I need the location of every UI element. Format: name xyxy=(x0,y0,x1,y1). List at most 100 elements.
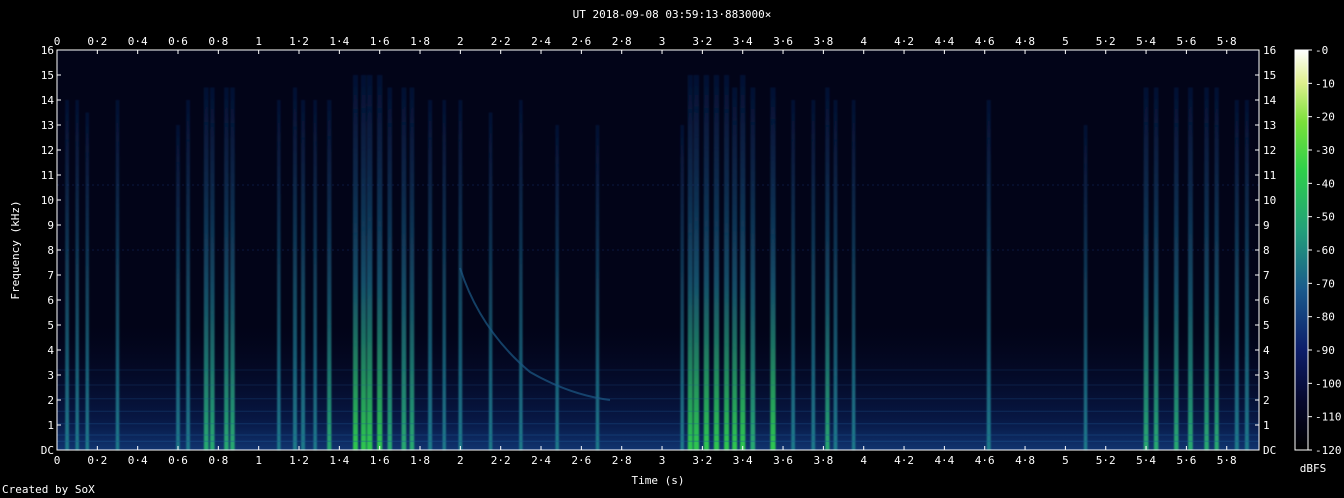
spectral-event xyxy=(387,87,393,450)
y-tick-label: 11 xyxy=(1263,169,1276,182)
x-tick-label: 2·8 xyxy=(612,454,632,467)
spectrogram-chart: UT 2018-09-08 03:59:13·883000× 0 0·2 0·4 0·… xyxy=(9,8,1342,487)
y-tick-label: 7 xyxy=(47,269,54,282)
x-tick-label: 0·8 xyxy=(208,35,228,48)
x-tick-label: 0·2 xyxy=(87,454,107,467)
colorbar-tick-label: -70 xyxy=(1315,277,1335,290)
x-tick-label: 3·8 xyxy=(813,35,833,48)
x-tick-label: 1·8 xyxy=(410,454,430,467)
y-tick-label: 4 xyxy=(1263,344,1270,357)
spectral-event xyxy=(352,75,358,450)
x-tick-label: 2·6 xyxy=(571,454,591,467)
y-tick-label: 1 xyxy=(47,419,54,432)
x-tick-label: 1 xyxy=(255,454,262,467)
colorbar-tick-label: -30 xyxy=(1315,144,1335,157)
x-tick-label: 3·6 xyxy=(773,35,793,48)
spectral-event xyxy=(115,100,120,450)
x-tick-label: 5·4 xyxy=(1136,35,1156,48)
spectral-event xyxy=(811,100,816,450)
y-tick-label: 2 xyxy=(1263,394,1270,407)
y-tick-label: 13 xyxy=(41,119,54,132)
spectral-event xyxy=(1153,87,1159,450)
x-tick-label: 4·2 xyxy=(894,35,914,48)
spectral-event xyxy=(360,75,367,450)
spectral-event xyxy=(750,87,756,450)
spectral-event xyxy=(825,87,830,450)
colorbar-tick-label: -50 xyxy=(1315,211,1335,224)
y-tick-label: DC xyxy=(1263,444,1276,457)
spectral-event xyxy=(687,75,693,450)
y-tick-label: 2 xyxy=(47,394,54,407)
x-tick-label: 3·2 xyxy=(692,35,712,48)
x-tick-label: 2·8 xyxy=(612,35,632,48)
y-tick-label: 15 xyxy=(1263,69,1276,82)
colorbar-tick-label: -0 xyxy=(1315,44,1328,57)
x-tick-label: 4·6 xyxy=(975,35,995,48)
y-tick-label: 5 xyxy=(47,319,54,332)
spectral-event xyxy=(1234,100,1239,450)
x-tick-label: 3·8 xyxy=(813,454,833,467)
y-tick-label: 10 xyxy=(41,194,54,207)
spectral-event xyxy=(186,100,190,450)
spectral-event xyxy=(724,75,730,450)
y-tick-label: 3 xyxy=(47,369,54,382)
spectral-event xyxy=(1083,125,1088,450)
spectral-event xyxy=(740,75,746,450)
x-tick-label: 2·2 xyxy=(491,35,511,48)
colorbar-tick-label: -100 xyxy=(1315,377,1342,390)
spectral-event xyxy=(277,100,281,450)
x-tick-label: 2·4 xyxy=(531,35,551,48)
spectral-event xyxy=(292,87,297,450)
x-tick-label: 3·2 xyxy=(692,454,712,467)
spectral-event xyxy=(488,112,493,450)
x-tick-label: 0 xyxy=(54,35,61,48)
spectral-event xyxy=(366,75,373,450)
spectral-event xyxy=(301,100,306,450)
spectral-event xyxy=(555,125,559,450)
x-tick-label: 4·8 xyxy=(1015,454,1035,467)
spectral-event xyxy=(377,75,383,450)
spectral-event xyxy=(519,100,523,450)
colorbar-tick-label: -40 xyxy=(1315,177,1335,190)
spectral-event xyxy=(210,87,215,450)
x-tick-label: 5 xyxy=(1062,454,1069,467)
y-tick-label: 9 xyxy=(1263,219,1270,232)
x-tick-label: 3·4 xyxy=(733,454,753,467)
spectral-event xyxy=(65,100,69,450)
spectral-event xyxy=(791,100,795,450)
x-tick-label: 4·4 xyxy=(934,35,954,48)
y-tick-label: 14 xyxy=(1263,94,1277,107)
x-tick-label: 5·4 xyxy=(1136,454,1156,467)
spectral-event xyxy=(851,100,856,450)
x-tick-label: 1·2 xyxy=(289,454,309,467)
x-tick-label: 2·6 xyxy=(571,35,591,48)
y-tick-label: 8 xyxy=(1263,244,1270,257)
x-tick-label: 0 xyxy=(54,454,61,467)
y-tick-label: 10 xyxy=(1263,194,1276,207)
y-tick-label: 16 xyxy=(41,44,54,57)
x-tick-label: 0·6 xyxy=(168,454,188,467)
x-tick-label: 1·8 xyxy=(410,35,430,48)
y-tick-label: 6 xyxy=(47,294,54,307)
spectral-event xyxy=(833,100,838,450)
x-tick-label: 1 xyxy=(255,35,262,48)
colorbar-tick-label: -80 xyxy=(1315,311,1335,324)
spectral-event xyxy=(713,75,720,450)
y-tick-label: 11 xyxy=(41,169,54,182)
y-tick-label: 16 xyxy=(1263,44,1276,57)
spectral-event xyxy=(1244,100,1249,450)
x-tick-label: 2 xyxy=(457,454,464,467)
y-tick-label: 1 xyxy=(1263,419,1270,432)
y-tick-label: 3 xyxy=(1263,369,1270,382)
colorbar-tick-label: -20 xyxy=(1315,111,1335,124)
x-tick-label: 5·8 xyxy=(1217,454,1237,467)
x-tick-label: 4·4 xyxy=(934,454,954,467)
spectral-event xyxy=(203,87,209,450)
x-axis-label: Time (s) xyxy=(632,474,685,487)
spectral-event xyxy=(693,75,700,450)
spectral-event xyxy=(313,100,317,450)
y-tick-label: 9 xyxy=(47,219,54,232)
y-axis-label: Frequency (kHz) xyxy=(9,200,22,299)
y-tick-label: 12 xyxy=(41,144,54,157)
spectral-event xyxy=(224,87,229,450)
